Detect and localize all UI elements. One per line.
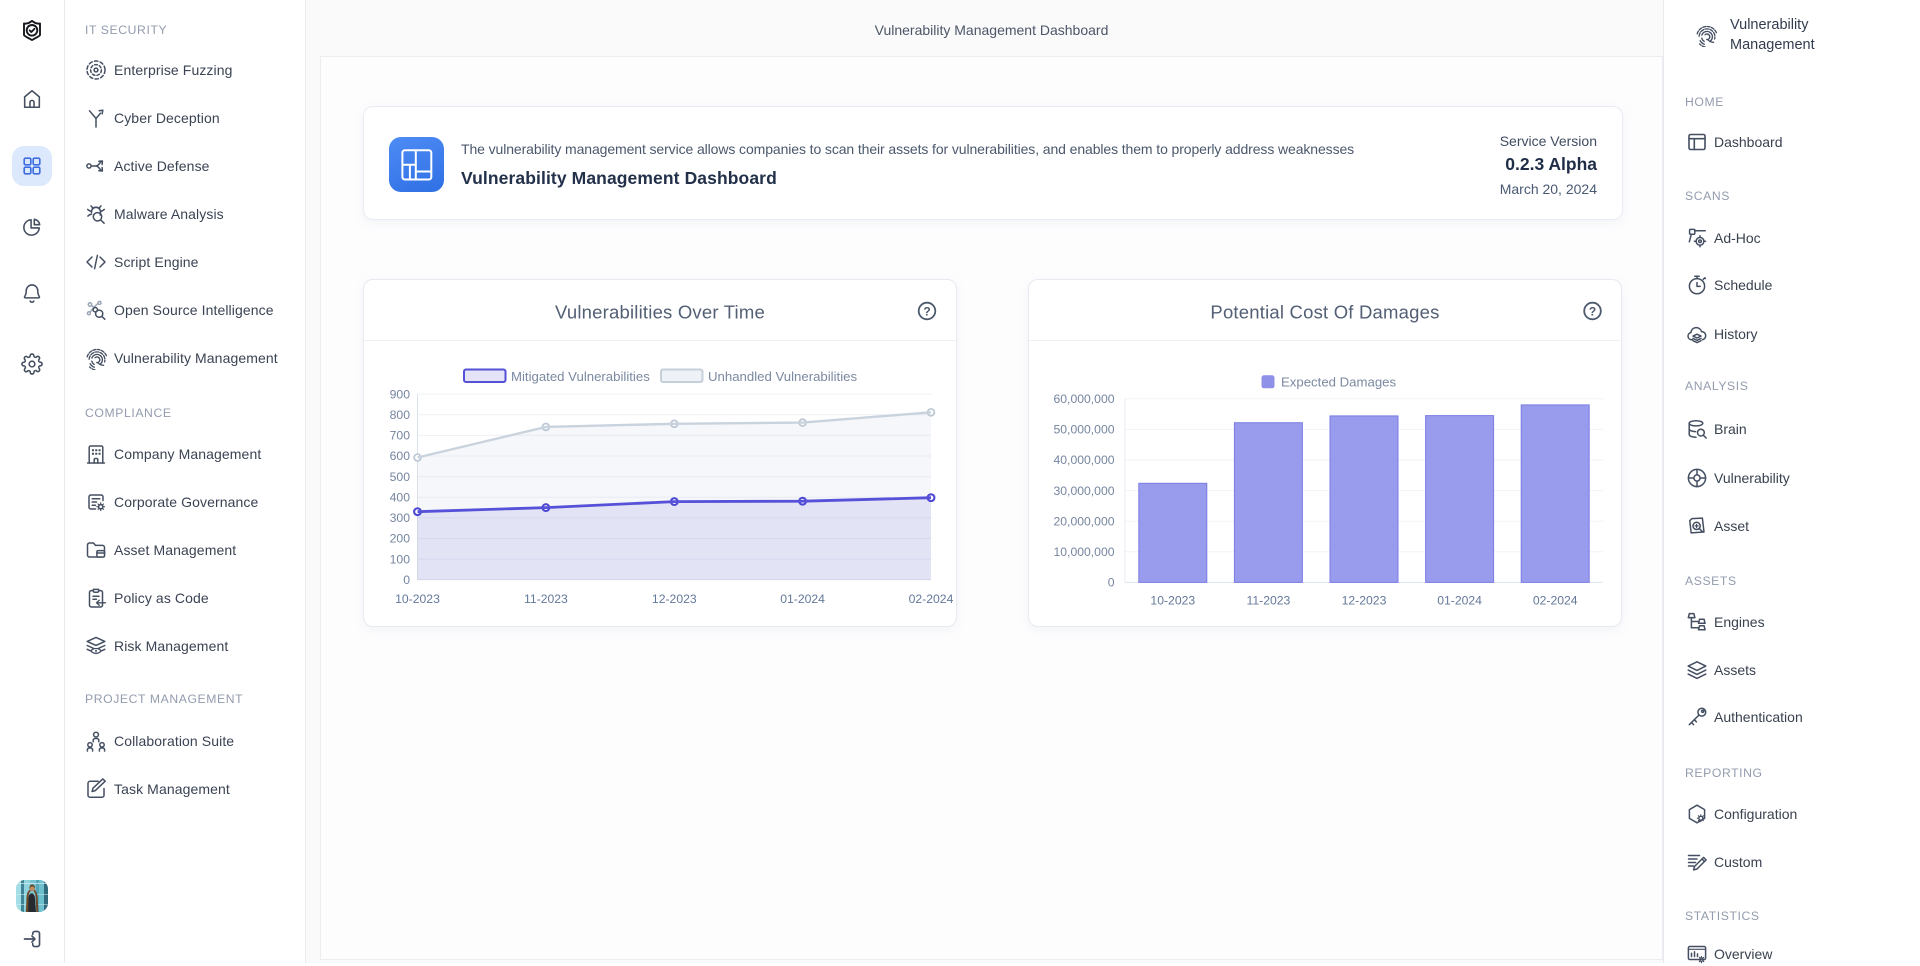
svg-text:Unhandled Vulnerabilities: Unhandled Vulnerabilities (708, 369, 857, 384)
svg-text:12-2023: 12-2023 (652, 592, 697, 606)
svg-text:?: ? (923, 304, 930, 318)
svg-text:400: 400 (390, 491, 411, 505)
svg-text:0: 0 (403, 573, 410, 587)
svg-text:20,000,000: 20,000,000 (1054, 514, 1115, 528)
svg-text:02-2024: 02-2024 (909, 592, 954, 606)
svg-text:11-2023: 11-2023 (1246, 593, 1290, 607)
svg-text:200: 200 (390, 532, 411, 546)
svg-text:300: 300 (390, 511, 411, 525)
svg-text:800: 800 (390, 408, 411, 422)
svg-text:10-2023: 10-2023 (1150, 593, 1195, 607)
svg-text:100: 100 (390, 552, 411, 566)
svg-text:02-2024: 02-2024 (1533, 593, 1578, 607)
svg-text:30,000,000: 30,000,000 (1054, 484, 1115, 498)
svg-text:40,000,000: 40,000,000 (1054, 453, 1115, 467)
svg-text:01-2024: 01-2024 (780, 592, 825, 606)
svg-text:01-2024: 01-2024 (1437, 593, 1482, 607)
svg-text:900: 900 (390, 387, 411, 401)
svg-text:500: 500 (390, 470, 411, 484)
svg-text:600: 600 (390, 449, 411, 463)
svg-text:Expected Damages: Expected Damages (1281, 375, 1396, 390)
svg-text:50,000,000: 50,000,000 (1054, 423, 1115, 437)
svg-text:10-2023: 10-2023 (395, 592, 440, 606)
svg-text:60,000,000: 60,000,000 (1054, 392, 1115, 406)
svg-text:12-2023: 12-2023 (1342, 593, 1387, 607)
svg-text:?: ? (1589, 304, 1596, 318)
svg-text:10,000,000: 10,000,000 (1054, 545, 1115, 559)
svg-text:Potential Cost Of Damages: Potential Cost Of Damages (1210, 302, 1439, 323)
svg-text:11-2023: 11-2023 (524, 592, 568, 606)
svg-text:Vulnerabilities Over Time: Vulnerabilities Over Time (555, 302, 765, 323)
svg-text:Mitigated Vulnerabilities: Mitigated Vulnerabilities (511, 369, 650, 384)
svg-text:0: 0 (1108, 576, 1115, 590)
svg-text:700: 700 (390, 429, 411, 443)
